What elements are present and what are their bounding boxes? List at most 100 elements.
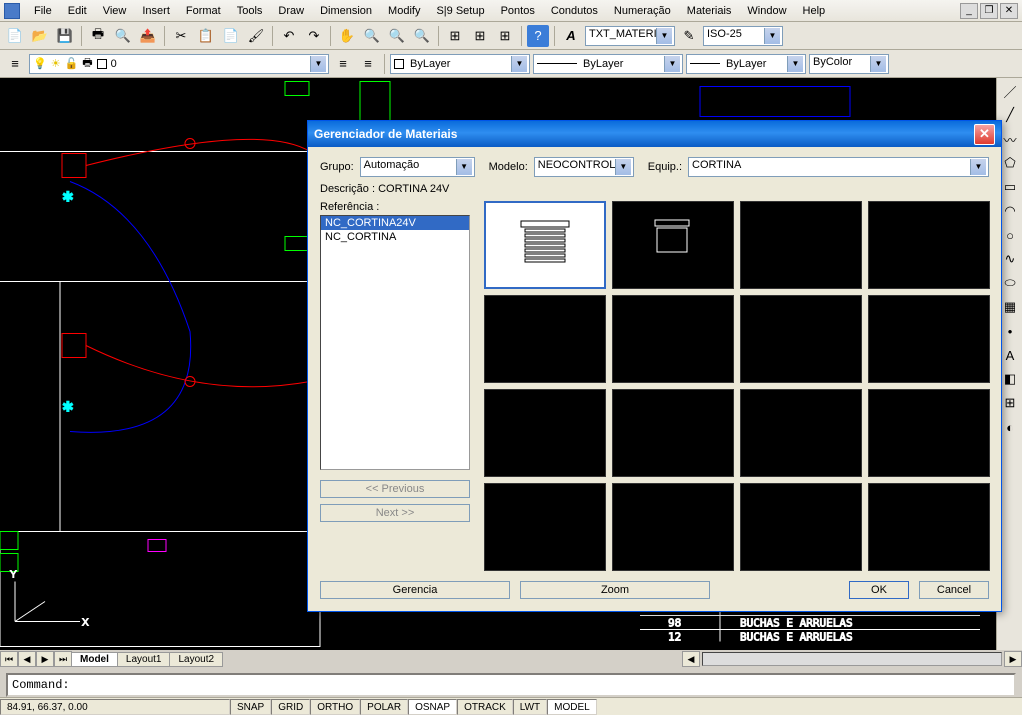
preview-cell-15[interactable] [868, 483, 990, 571]
preview-cell-5[interactable] [612, 295, 734, 383]
zoom-button[interactable]: Zoom [520, 581, 710, 599]
menu-dimension[interactable]: Dimension [312, 3, 380, 19]
ref-item-0[interactable]: NC_CORTINA24V [321, 216, 469, 230]
layer-prev-icon[interactable]: ≡ [332, 53, 354, 75]
menu-numeracao[interactable]: Numeração [606, 3, 679, 19]
hscroll-left[interactable]: ◀ [682, 651, 700, 667]
preview-cell-14[interactable] [740, 483, 862, 571]
preview-cell-9[interactable] [612, 389, 734, 477]
color-combo[interactable]: ByLayer [390, 54, 530, 74]
preview-cell-6[interactable] [740, 295, 862, 383]
open-icon[interactable]: 📂 [29, 25, 51, 47]
model-toggle[interactable]: MODEL [547, 699, 597, 715]
polar-toggle[interactable]: POLAR [360, 699, 408, 715]
cancel-button[interactable]: Cancel [919, 581, 989, 599]
preview-icon[interactable]: 🔍 [112, 25, 134, 47]
preview-cell-3[interactable] [868, 201, 990, 289]
menu-setup[interactable]: S|9 Setup [428, 3, 492, 19]
tab-layout2[interactable]: Layout2 [169, 652, 223, 667]
equip-combo[interactable]: CORTINA [688, 157, 989, 177]
layer-states-icon[interactable]: ≡ [357, 53, 379, 75]
cut-icon[interactable]: ✂ [170, 25, 192, 47]
preview-cell-11[interactable] [868, 389, 990, 477]
ortho-toggle[interactable]: ORTHO [310, 699, 360, 715]
publish-icon[interactable]: 📤 [137, 25, 159, 47]
ref-item-1[interactable]: NC_CORTINA [321, 230, 469, 244]
design-ctr-icon[interactable]: ⊞ [469, 25, 491, 47]
grid-toggle[interactable]: GRID [271, 699, 310, 715]
menu-edit[interactable]: Edit [60, 3, 95, 19]
grupo-combo[interactable]: Automação [360, 157, 475, 177]
menu-help[interactable]: Help [795, 3, 834, 19]
osnap-toggle[interactable]: OSNAP [408, 699, 457, 715]
xline-icon[interactable]: ╱ [999, 104, 1021, 126]
menu-window[interactable]: Window [739, 3, 794, 19]
command-line[interactable]: Command: [6, 673, 1016, 697]
redo-icon[interactable]: ↷ [303, 25, 325, 47]
save-icon[interactable]: 💾 [54, 25, 76, 47]
circle-icon[interactable]: ○ [999, 224, 1021, 246]
paste-icon[interactable]: 📄 [220, 25, 242, 47]
next-button[interactable]: Next >> [320, 504, 470, 522]
tab-prev[interactable]: ◀ [18, 651, 36, 667]
line-icon[interactable]: ／ [999, 80, 1021, 102]
properties-icon[interactable]: ⊞ [444, 25, 466, 47]
preview-cell-12[interactable] [484, 483, 606, 571]
snap-toggle[interactable]: SNAP [230, 699, 271, 715]
tab-last[interactable]: ⏭ [54, 651, 72, 667]
tab-model[interactable]: Model [71, 652, 118, 667]
print-icon[interactable]: 🖶 [87, 25, 109, 47]
text-style-icon[interactable]: A [560, 25, 582, 47]
preview-cell-13[interactable] [612, 483, 734, 571]
pline-icon[interactable]: 〰 [999, 128, 1021, 150]
otrack-toggle[interactable]: OTRACK [457, 699, 513, 715]
rect-icon[interactable]: ▭ [999, 176, 1021, 198]
zoom-win-icon[interactable]: 🔍 [386, 25, 408, 47]
menu-draw[interactable]: Draw [270, 3, 312, 19]
gradient-icon[interactable]: ◐ [999, 416, 1021, 438]
preview-cell-4[interactable] [484, 295, 606, 383]
preview-cell-0[interactable] [484, 201, 606, 289]
menu-tools[interactable]: Tools [229, 3, 271, 19]
spline-icon[interactable]: ∿ [999, 248, 1021, 270]
undo-icon[interactable]: ↶ [278, 25, 300, 47]
tab-layout1[interactable]: Layout1 [117, 652, 171, 667]
zoom-rt-icon[interactable]: 🔍 [361, 25, 383, 47]
tab-first[interactable]: ⏮ [0, 651, 18, 667]
linetype-combo[interactable]: ByLayer [533, 54, 683, 74]
window-close[interactable]: ✕ [1000, 3, 1018, 19]
menu-insert[interactable]: Insert [134, 3, 178, 19]
plotstyle-combo[interactable]: ByColor [809, 54, 889, 74]
table-icon[interactable]: ⊞ [999, 392, 1021, 414]
ellipse-icon[interactable]: ⬭ [999, 272, 1021, 294]
lineweight-combo[interactable]: ByLayer [686, 54, 806, 74]
menu-materiais[interactable]: Materiais [679, 3, 740, 19]
text-icon[interactable]: A [999, 344, 1021, 366]
dialog-close-button[interactable]: ✕ [974, 124, 995, 145]
dialog-titlebar[interactable]: Gerenciador de Materiais ✕ [308, 121, 1001, 147]
menu-view[interactable]: View [95, 3, 135, 19]
text-style-combo[interactable]: TXT_MATERIA [585, 26, 675, 46]
match-icon[interactable]: 🖌 [245, 25, 267, 47]
copy-icon[interactable]: 📋 [195, 25, 217, 47]
tool-palette-icon[interactable]: ⊞ [494, 25, 516, 47]
layer-mgr-icon[interactable]: ≡ [4, 53, 26, 75]
tab-next[interactable]: ▶ [36, 651, 54, 667]
menu-file[interactable]: File [26, 3, 60, 19]
preview-cell-1[interactable] [612, 201, 734, 289]
new-icon[interactable]: 📄 [4, 25, 26, 47]
menu-modify[interactable]: Modify [380, 3, 428, 19]
help-icon[interactable]: ? [527, 25, 549, 47]
preview-cell-7[interactable] [868, 295, 990, 383]
lwt-toggle[interactable]: LWT [513, 699, 547, 715]
window-minimize[interactable]: _ [960, 3, 978, 19]
modelo-combo[interactable]: NEOCONTROL [534, 157, 634, 177]
pan-icon[interactable]: ✋ [336, 25, 358, 47]
polygon-icon[interactable]: ⬠ [999, 152, 1021, 174]
referencia-list[interactable]: NC_CORTINA24V NC_CORTINA [320, 215, 470, 470]
hscroll-right[interactable]: ▶ [1004, 651, 1022, 667]
arc-icon[interactable]: ◠ [999, 200, 1021, 222]
preview-cell-2[interactable] [740, 201, 862, 289]
hscroll-track[interactable] [702, 652, 1002, 666]
window-restore[interactable]: ❐ [980, 3, 998, 19]
